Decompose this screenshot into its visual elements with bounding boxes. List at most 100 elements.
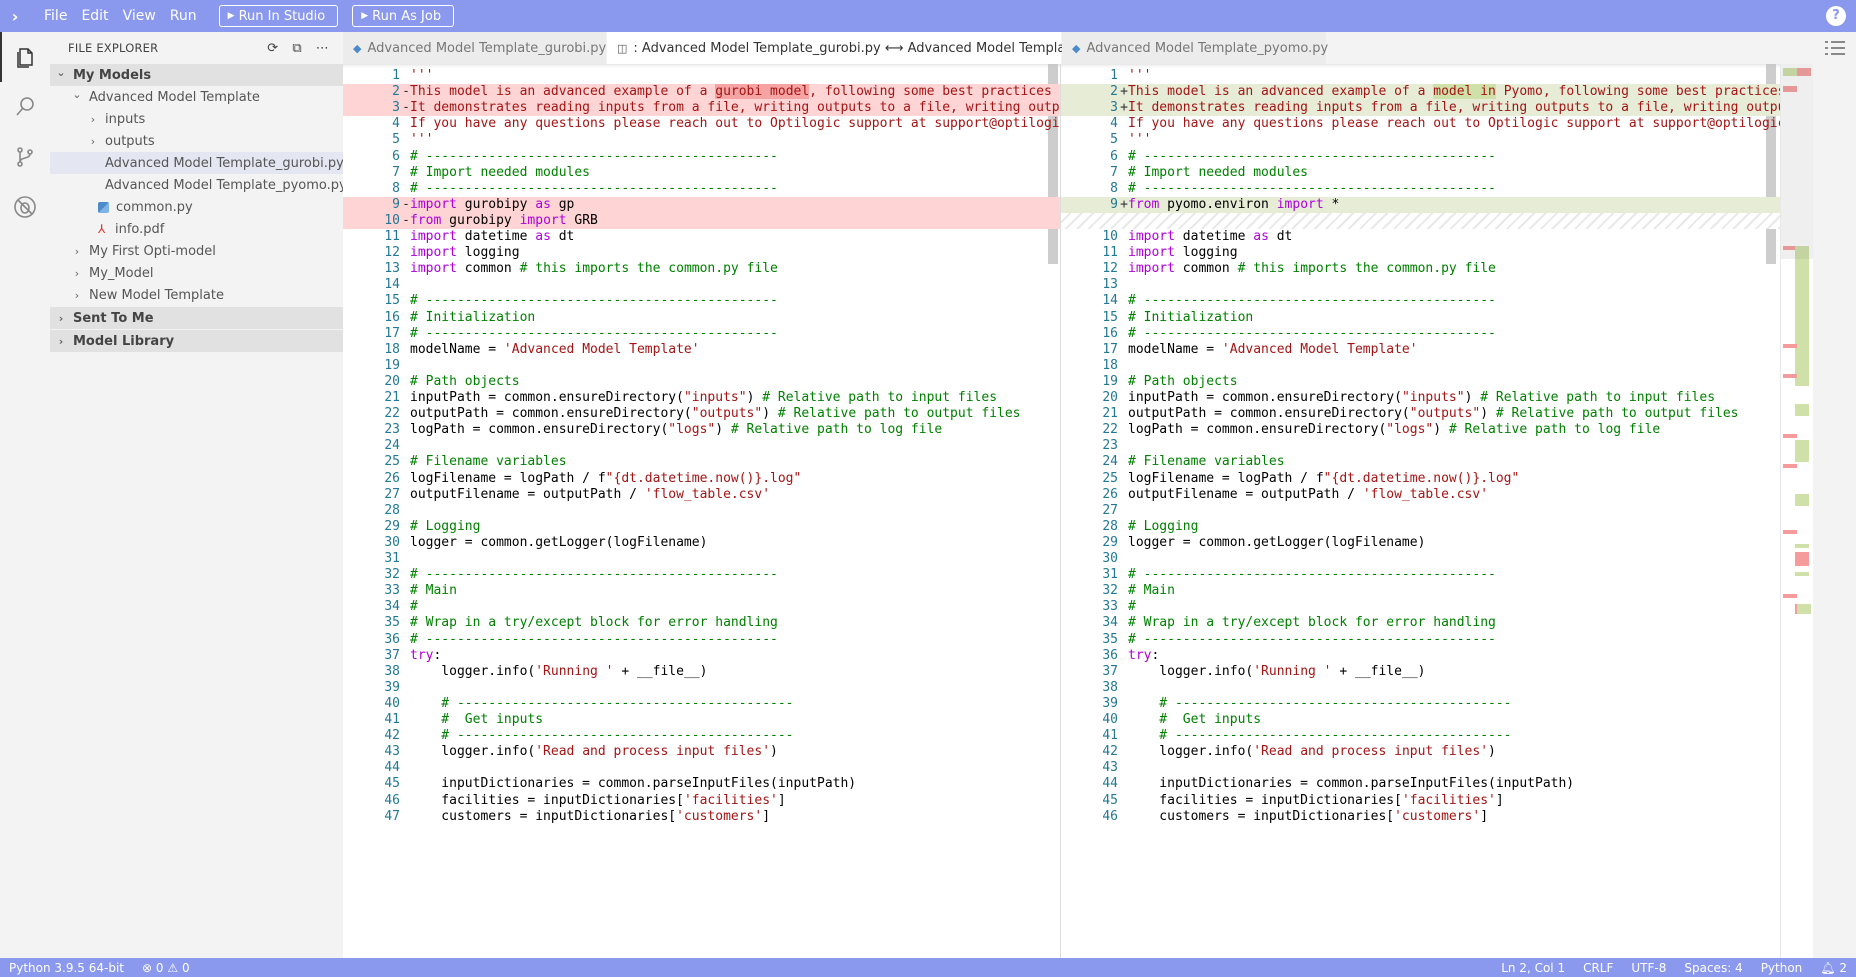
menu-run[interactable]: Run: [170, 8, 197, 24]
code-line[interactable]: 27: [1061, 503, 1780, 519]
code-line[interactable]: 42 # -----------------------------------…: [343, 728, 1060, 744]
code-line[interactable]: 6 # -------------------------------------…: [1061, 149, 1780, 165]
code-line[interactable]: 23: [1061, 438, 1780, 454]
code-line[interactable]: 34 #: [343, 599, 1060, 615]
code-line[interactable]: 38 logger.info('Running ' + __file__): [343, 664, 1060, 680]
code-line[interactable]: 12 import common # this imports the commo…: [1061, 261, 1780, 277]
code-line[interactable]: 11 import logging: [1061, 245, 1780, 261]
code-line[interactable]: 18 modelName = 'Advanced Model Template': [343, 342, 1060, 358]
code-line[interactable]: 25 logFilename = logPath / f"{dt.datetime…: [1061, 471, 1780, 487]
code-line[interactable]: 33 #: [1061, 599, 1780, 615]
outline-toggle-icon[interactable]: [1813, 32, 1856, 64]
code-line[interactable]: 44 inputDictionaries = common.parseInput…: [1061, 776, 1780, 792]
code-line[interactable]: 7 # Import needed modules: [343, 165, 1060, 181]
explorer-icon[interactable]: [0, 32, 50, 82]
ruler-viewport-slider[interactable]: [1781, 64, 1814, 259]
code-line[interactable]: 10- from gurobipy import GRB: [343, 212, 1060, 229]
code-line[interactable]: 29 logger = common.getLogger(logFilename): [1061, 535, 1780, 551]
code-line[interactable]: 4 If you have any questions please reach …: [343, 116, 1060, 132]
tab-diff[interactable]: ◫ : Advanced Model Template_gurobi.py ⟷ …: [607, 32, 1168, 64]
code-line[interactable]: 13 import common # this imports the commo…: [343, 261, 1060, 277]
cursor-position[interactable]: Ln 2, Col 1: [1492, 961, 1574, 975]
code-line[interactable]: 31: [343, 551, 1060, 567]
code-line[interactable]: 42 logger.info('Read and process input f…: [1061, 744, 1780, 760]
code-line[interactable]: 1 ''': [1061, 68, 1780, 84]
notifications[interactable]: 🔔︎ 2: [1811, 961, 1856, 975]
code-line[interactable]: 22 logPath = common.ensureDirectory("logs…: [1061, 422, 1780, 438]
tab-pyomo[interactable]: ◆ Advanced Model Template_pyomo.py: [1062, 32, 1328, 64]
tree-folder[interactable]: › My First Opti-model: [50, 240, 343, 262]
code-line[interactable]: 15 # ------------------------------------…: [343, 293, 1060, 309]
tree-file[interactable]: Advanced Model Template_pyomo.py: [50, 174, 347, 196]
code-line[interactable]: 46 customers = inputDictionaries['custom…: [1061, 809, 1780, 825]
app-logo-icon[interactable]: ›: [0, 7, 30, 26]
code-line[interactable]: 22 outputPath = common.ensureDirectory("o…: [343, 406, 1060, 422]
code-line[interactable]: 19: [343, 358, 1060, 374]
diff-overview-ruler[interactable]: [1780, 64, 1814, 958]
end-of-line[interactable]: CRLF: [1574, 961, 1622, 975]
code-line[interactable]: 3- It demonstrates reading inputs from a …: [343, 100, 1060, 117]
code-line[interactable]: 47 customers = inputDictionaries['custom…: [343, 809, 1060, 825]
tree-folder[interactable]: › inputs: [50, 108, 343, 130]
code-line[interactable]: 13: [1061, 277, 1780, 293]
tree-folder[interactable]: › New Model Template: [50, 284, 343, 306]
diff-modified-editor[interactable]: 1 ''' 2 + This model is an advanced example …: [1060, 64, 1780, 958]
code-line[interactable]: 8 # -------------------------------------…: [1061, 181, 1780, 197]
menu-file[interactable]: File: [44, 8, 67, 24]
code-line[interactable]: 26 logFilename = logPath / f"{dt.datetime…: [343, 471, 1060, 487]
search-icon[interactable]: [0, 82, 50, 132]
code-line[interactable]: 36 try:: [1061, 648, 1780, 664]
code-line[interactable]: 6 # -------------------------------------…: [343, 149, 1060, 165]
code-line[interactable]: 40 # Get inputs: [1061, 712, 1780, 728]
code-line[interactable]: 1 ''': [343, 68, 1060, 84]
code-line[interactable]: 15 # Initialization: [1061, 310, 1780, 326]
tree-folder[interactable]: › outputs: [50, 130, 343, 152]
code-line[interactable]: 28: [343, 503, 1060, 519]
code-line[interactable]: 16 # Initialization: [343, 310, 1060, 326]
code-line[interactable]: 14 # ------------------------------------…: [1061, 293, 1780, 309]
encoding[interactable]: UTF-8: [1622, 961, 1675, 975]
code-line[interactable]: 43: [1061, 760, 1780, 776]
refresh-icon[interactable]: ⟳: [267, 41, 278, 56]
code-line[interactable]: 20 inputPath = common.ensureDirectory("in…: [1061, 390, 1780, 406]
code-line[interactable]: 30 logger = common.getLogger(logFilename): [343, 535, 1060, 551]
code-line[interactable]: 17 # ------------------------------------…: [343, 326, 1060, 342]
code-line[interactable]: 38: [1061, 680, 1780, 696]
tree-section[interactable]: › Model Library: [50, 330, 343, 352]
code-line[interactable]: 44: [343, 760, 1060, 776]
code-line[interactable]: 10 import datetime as dt: [1061, 229, 1780, 245]
code-line[interactable]: 12 import logging: [343, 245, 1060, 261]
tree-section[interactable]: › Sent To Me: [50, 307, 343, 329]
code-line[interactable]: 24 # Filename variables: [1061, 454, 1780, 470]
code-line[interactable]: 31 # ------------------------------------…: [1061, 567, 1780, 583]
code-line[interactable]: 21 outputPath = common.ensureDirectory("o…: [1061, 406, 1780, 422]
tree-folder[interactable]: › My_Model: [50, 262, 343, 284]
tab-gurobi[interactable]: ◆ Advanced Model Template_gurobi.py: [343, 32, 607, 64]
code-line[interactable]: 21 inputPath = common.ensureDirectory("in…: [343, 390, 1060, 406]
code-line[interactable]: 23 logPath = common.ensureDirectory("logs…: [343, 422, 1060, 438]
code-line[interactable]: 26 outputFilename = outputPath / 'flow_ta…: [1061, 487, 1780, 503]
code-line[interactable]: 7 # Import needed modules: [1061, 165, 1780, 181]
code-line[interactable]: 39 # -----------------------------------…: [1061, 696, 1780, 712]
code-line[interactable]: 39: [343, 680, 1060, 696]
code-line[interactable]: 30: [1061, 551, 1780, 567]
problems-indicator[interactable]: ⊗ 0 ⚠ 0: [133, 961, 199, 975]
code-line[interactable]: 5 ''': [343, 132, 1060, 148]
collapse-all-icon[interactable]: ⧉: [292, 41, 301, 56]
code-line[interactable]: 5 ''': [1061, 132, 1780, 148]
tree-section[interactable]: ⌄ My Models: [50, 64, 343, 86]
help-icon[interactable]: ?: [1826, 6, 1846, 26]
code-line[interactable]: 35 # Wrap in a try/except block for error…: [343, 615, 1060, 631]
code-line[interactable]: 45 inputDictionaries = common.parseInput…: [343, 776, 1060, 792]
code-line[interactable]: 4 If you have any questions please reach …: [1061, 116, 1780, 132]
code-line[interactable]: 19 # Path objects: [1061, 374, 1780, 390]
tree-file[interactable]: Advanced Model Template_gurobi.py: [50, 152, 344, 174]
code-line[interactable]: 33 # Main: [343, 583, 1060, 599]
code-line[interactable]: 20 # Path objects: [343, 374, 1060, 390]
menu-view[interactable]: View: [123, 8, 156, 24]
code-line[interactable]: 37 logger.info('Running ' + __file__): [1061, 664, 1780, 680]
code-line[interactable]: 9 + from pyomo.environ import *: [1061, 196, 1780, 213]
more-actions-icon[interactable]: ⋯: [316, 41, 329, 56]
tree-file[interactable]: common.py: [50, 196, 343, 218]
menu-edit[interactable]: Edit: [81, 8, 108, 24]
